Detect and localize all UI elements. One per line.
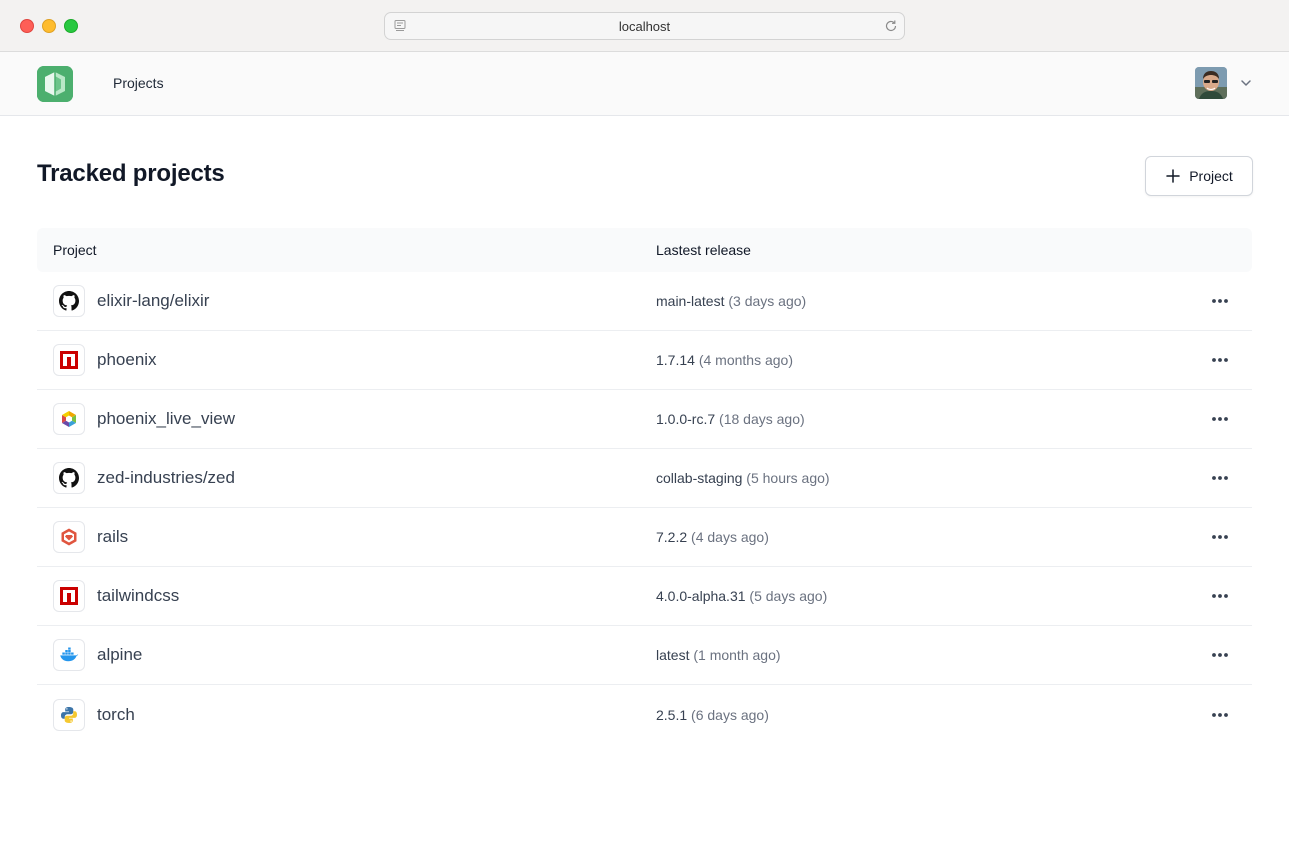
row-actions-button[interactable] (1202, 460, 1238, 496)
release-cell: 1.7.14 (4 months ago) (656, 352, 1202, 368)
nav-projects-link[interactable]: Projects (113, 75, 164, 91)
project-cell: phoenix_live_view (37, 403, 656, 435)
release-cell: 2.5.1 (6 days ago) (656, 707, 1202, 723)
release-version: main-latest (656, 293, 725, 309)
release-version: latest (656, 647, 690, 663)
column-header-project: Project (53, 242, 97, 258)
add-project-label: Project (1189, 168, 1233, 184)
github-icon (53, 462, 85, 494)
more-horizontal-icon (1212, 358, 1228, 362)
avatar-image (1195, 67, 1227, 99)
more-horizontal-icon (1212, 535, 1228, 539)
release-cell: main-latest (3 days ago) (656, 293, 1202, 309)
release-age: (4 months ago) (698, 352, 793, 368)
chevron-down-icon[interactable] (1239, 76, 1253, 90)
maximize-window-button[interactable] (64, 19, 78, 33)
github-icon (53, 285, 85, 317)
column-header-release: Lastest release (656, 242, 751, 258)
project-name[interactable]: tailwindcss (97, 586, 179, 606)
row-actions-button[interactable] (1202, 578, 1238, 614)
npm-icon (53, 580, 85, 612)
more-horizontal-icon (1212, 299, 1228, 303)
release-cell: 4.0.0-alpha.31 (5 days ago) (656, 588, 1202, 604)
add-project-button[interactable]: Project (1145, 156, 1253, 196)
project-name[interactable]: phoenix_live_view (97, 409, 235, 429)
project-cell: elixir-lang/elixir (37, 285, 656, 317)
page-icon (394, 20, 406, 31)
release-version: 2.5.1 (656, 706, 688, 723)
hex-icon (53, 403, 85, 435)
release-version: collab-staging (656, 470, 743, 486)
avatar[interactable] (1195, 67, 1227, 99)
more-horizontal-icon (1212, 653, 1228, 657)
project-cell: alpine (37, 639, 656, 671)
release-version: 1.7.14 (656, 352, 695, 368)
more-horizontal-icon (1212, 476, 1228, 480)
release-age: (18 days ago) (719, 411, 805, 427)
more-horizontal-icon (1212, 594, 1228, 598)
project-name[interactable]: zed-industries/zed (97, 468, 235, 488)
project-name[interactable]: elixir-lang/elixir (97, 291, 209, 311)
browser-chrome: localhost (0, 0, 1289, 52)
release-cell: 1.0.0-rc.7 (18 days ago) (656, 411, 1202, 427)
table-row[interactable]: tailwindcss 4.0.0-alpha.31 (5 days ago) (37, 567, 1252, 626)
minimize-window-button[interactable] (42, 19, 56, 33)
project-name[interactable]: alpine (97, 645, 142, 665)
row-actions-button[interactable] (1202, 283, 1238, 319)
more-horizontal-icon (1212, 712, 1228, 717)
npm-icon (53, 344, 85, 376)
table-row[interactable]: torch 2.5.1 (6 days ago) (37, 685, 1252, 744)
project-name[interactable]: rails (97, 527, 128, 547)
rubygems-icon (53, 521, 85, 553)
table-row[interactable]: rails 7.2.2 (4 days ago) (37, 508, 1252, 567)
table-row[interactable]: phoenix_live_view 1.0.0-rc.7 (18 days ag… (37, 390, 1252, 449)
row-actions-button[interactable] (1202, 637, 1238, 673)
release-age: (6 days ago) (691, 706, 769, 723)
release-version: 1.0.0-rc.7 (656, 411, 716, 427)
logo-icon (37, 66, 73, 102)
release-cell: 7.2.2 (4 days ago) (656, 529, 1202, 545)
project-cell: zed-industries/zed (37, 462, 656, 494)
table-row[interactable]: zed-industries/zed collab-staging (5 hou… (37, 449, 1252, 508)
release-age: (3 days ago) (728, 293, 807, 309)
project-cell: rails (37, 521, 656, 553)
plus-icon (1166, 169, 1180, 183)
reload-icon[interactable] (884, 19, 898, 33)
table-row[interactable]: phoenix 1.7.14 (4 months ago) (37, 331, 1252, 390)
table-row[interactable]: elixir-lang/elixir main-latest (3 days a… (37, 272, 1252, 331)
projects-table: Project Lastest release elixir-lang/elix… (37, 228, 1252, 744)
table-header: Project Lastest release (37, 228, 1252, 272)
release-cell: latest (1 month ago) (656, 647, 1202, 663)
url-text: localhost (618, 18, 671, 34)
release-cell: collab-staging (5 hours ago) (656, 470, 1202, 486)
app-logo[interactable] (37, 66, 73, 102)
release-age: (1 month ago) (693, 647, 781, 663)
release-version: 4.0.0-alpha.31 (656, 588, 746, 604)
docker-icon (53, 639, 85, 671)
app-header: Projects (0, 52, 1289, 116)
window-controls (20, 19, 78, 33)
release-age: (5 days ago) (749, 588, 828, 604)
more-horizontal-icon (1212, 417, 1228, 421)
project-name[interactable]: torch (97, 705, 135, 725)
address-bar[interactable]: localhost (384, 12, 905, 40)
release-age: (5 hours ago) (746, 470, 830, 486)
row-actions-button[interactable] (1202, 401, 1238, 437)
project-cell: phoenix (37, 344, 656, 376)
release-version: 7.2.2 (656, 529, 688, 545)
project-name[interactable]: phoenix (97, 350, 157, 370)
project-cell: tailwindcss (37, 580, 656, 612)
row-actions-button[interactable] (1202, 342, 1238, 378)
row-actions-button[interactable] (1202, 697, 1238, 733)
close-window-button[interactable] (20, 19, 34, 33)
user-menu[interactable] (1195, 67, 1253, 99)
row-actions-button[interactable] (1202, 519, 1238, 555)
project-cell: torch (37, 698, 656, 731)
table-row[interactable]: alpine latest (1 month ago) (37, 626, 1252, 685)
release-age: (4 days ago) (691, 529, 769, 545)
page-title: Tracked projects (37, 160, 225, 187)
python-icon (53, 698, 85, 731)
